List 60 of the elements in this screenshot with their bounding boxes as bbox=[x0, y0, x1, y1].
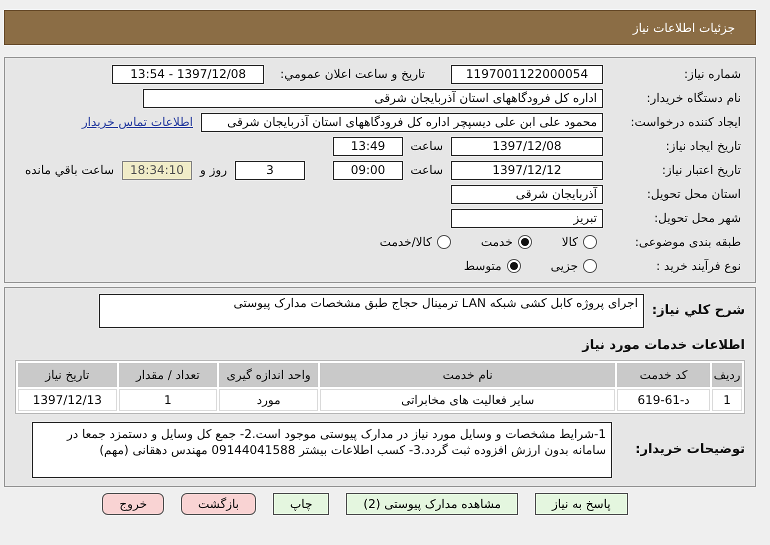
field-label: شرح كلي نياز: bbox=[652, 302, 745, 320]
countdown-field: 18:34:10 bbox=[122, 160, 192, 180]
field-value: 09:00 bbox=[333, 160, 403, 180]
field-label: استان محل تحویل: bbox=[646, 186, 741, 203]
field-label: نام دستگاه خریدار: bbox=[646, 90, 741, 107]
field-value: تبریز bbox=[451, 208, 603, 228]
table-cell: مورد bbox=[218, 388, 318, 410]
action-button[interactable]: خروج bbox=[102, 492, 164, 514]
table-cell: د-61-619 bbox=[617, 388, 710, 410]
table-cell: 1397/12/13 bbox=[18, 388, 117, 410]
field-value: 3 bbox=[235, 160, 305, 180]
action-button[interactable]: بازگشت bbox=[181, 492, 256, 514]
column-header: کد خدمت bbox=[617, 362, 710, 386]
notes-field: 1-شرایط مشخصات و وسایل مورد نیاز در مدارک پیوستی موجود است.2- جمع کل وسایل و دستمزد جمعا در سامانه بدون ارزش افزوده ثبت گردد.3- کسب اطلاعات بیشتر 09144041588 مهندس دهقانی (مهم) bbox=[32, 422, 612, 478]
column-header: نام خدمت bbox=[320, 362, 616, 386]
radio-label: خدمت bbox=[480, 234, 513, 251]
column-header: تعداد / مقدار bbox=[118, 362, 217, 386]
field-value: آذربایجان شرقی bbox=[451, 184, 603, 204]
field-value: 1397/12/08 - 13:54 bbox=[112, 64, 264, 84]
field-label: ساعت bbox=[411, 138, 443, 155]
field-label: تاریخ و ساعت اعلان عمومي: bbox=[280, 66, 425, 83]
column-header: تاریخ نیاز bbox=[18, 362, 117, 386]
field-value: 1397/12/12 bbox=[451, 160, 603, 180]
field-value: 1197001122000054 bbox=[451, 64, 603, 84]
field-label: روز و bbox=[200, 162, 227, 179]
field-value: اجرای پروژه کابل کشی شبکه LAN ترمینال حجاج طبق مشخصات مدارک پیوستی bbox=[98, 294, 644, 328]
radio-button[interactable] bbox=[518, 235, 532, 249]
field-value: اداره کل فرودگاههای استان آذربایجان شرقی bbox=[143, 88, 603, 108]
contact-link[interactable]: اطلاعات تماس خریدار bbox=[82, 113, 193, 131]
column-header: واحد اندازه گیری bbox=[218, 362, 318, 386]
action-button[interactable]: چاپ bbox=[273, 492, 330, 514]
radio-button[interactable] bbox=[506, 259, 521, 273]
section-title: اطلاعات خدمات مورد نیاز bbox=[580, 337, 745, 355]
radio-button[interactable] bbox=[583, 259, 597, 273]
field-label: تاریخ ایجاد نیاز: bbox=[664, 138, 741, 155]
radio-label: کالا/خدمت bbox=[380, 234, 432, 251]
page-title: جزئیات اطلاعات نیاز bbox=[632, 20, 735, 36]
table-cell: 1 bbox=[118, 388, 217, 410]
radio-button[interactable] bbox=[583, 235, 597, 249]
radio-label: کالا bbox=[562, 234, 578, 251]
field-label: نوع فرآیند خرید : bbox=[655, 258, 741, 275]
field-value: 1397/12/08 bbox=[451, 136, 603, 156]
field-label: توضیحات خریدار: bbox=[634, 440, 745, 459]
action-button[interactable]: پاسخ به نیاز bbox=[534, 492, 628, 514]
field-label: ایجاد کننده درخواست: bbox=[629, 114, 741, 131]
radio-label: متوسط bbox=[464, 258, 502, 275]
field-label: تاریخ اعتبار نیاز: bbox=[660, 162, 741, 179]
field-label: طبقه بندی موضوعی: bbox=[634, 234, 741, 251]
field-label: شماره نیاز: bbox=[683, 66, 741, 83]
table-cell: سایر فعالیت های مخابراتی bbox=[320, 388, 616, 410]
field-value: 13:49 bbox=[333, 136, 403, 156]
radio-label: جزیی bbox=[550, 258, 578, 275]
field-value: محمود علی ابن علی دیسپچر اداره کل فرودگاههای استان آذربایجان شرقی bbox=[201, 112, 603, 132]
field-label: شهر محل تحویل: bbox=[653, 210, 741, 227]
radio-button[interactable] bbox=[436, 235, 451, 249]
field-label: ساعت باقي مانده bbox=[24, 162, 114, 179]
table-cell: 1 bbox=[712, 388, 742, 410]
column-header: ردیف bbox=[712, 362, 742, 386]
action-button[interactable]: مشاهده مدارک پیوستی (2) bbox=[346, 492, 518, 514]
field-label: ساعت bbox=[411, 162, 443, 179]
